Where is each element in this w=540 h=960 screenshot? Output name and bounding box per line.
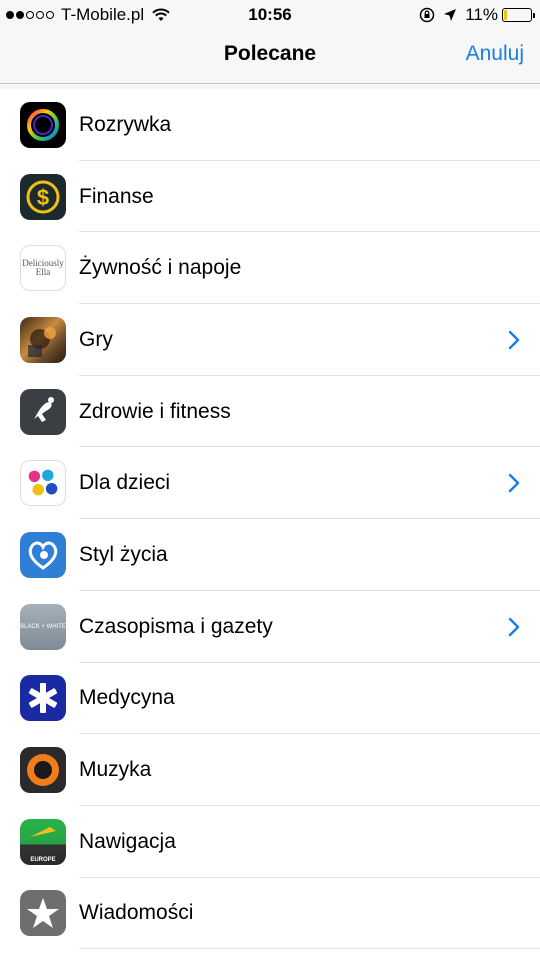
europe-navigation-icon: EUROPE xyxy=(20,818,66,865)
cancel-button[interactable]: Anuluj xyxy=(466,42,524,66)
star-of-life-icon xyxy=(20,675,66,722)
category-label: Muzyka xyxy=(79,758,152,782)
icon-text: Deliciously Ella xyxy=(22,258,64,278)
category-row-wiadomosci[interactable]: Wiadomości xyxy=(0,877,540,950)
category-label: Finanse xyxy=(79,184,154,208)
icon-text: EUROPE xyxy=(30,856,56,863)
category-row-rozrywka[interactable]: Rozrywka xyxy=(0,89,540,161)
chevron-right-icon xyxy=(508,474,520,493)
category-label: Rozrywka xyxy=(79,112,172,136)
status-bar: T-Mobile.pl 10:56 11% xyxy=(0,0,540,30)
icon-text: BLACK + WHITE xyxy=(20,623,66,630)
category-label: Czasopisma i gazety xyxy=(79,614,273,638)
black-white-magazine-icon: BLACK + WHITE xyxy=(20,603,66,650)
category-row-zywnosc[interactable]: Deliciously Ella Żywność i napoje xyxy=(0,232,540,305)
page-title: Polecane xyxy=(223,42,317,65)
category-row-finanse[interactable]: $ Finanse xyxy=(0,160,540,233)
rozrywka-icon xyxy=(20,101,66,148)
speaker-ring-icon xyxy=(20,747,66,794)
category-row-czasopisma[interactable]: BLACK + WHITE Czasopisma i gazety xyxy=(0,590,540,663)
category-label: Styl życia xyxy=(79,542,168,566)
battery-icon xyxy=(502,8,535,22)
chevron-right-icon xyxy=(508,330,520,350)
category-row-styl[interactable]: Styl życia xyxy=(0,519,540,591)
category-row-gry[interactable]: Gry xyxy=(0,304,540,376)
svg-text:$: $ xyxy=(37,185,49,210)
category-label: Gry xyxy=(79,327,113,351)
category-label: Zdrowie i fitness xyxy=(79,399,231,423)
status-right: 11% xyxy=(419,5,535,25)
category-label: Medycyna xyxy=(79,686,175,710)
heart-baby-icon xyxy=(20,531,66,578)
category-label: Wiadomości xyxy=(79,901,194,925)
navigation-bar: Polecane Anuluj xyxy=(0,30,540,84)
category-label: Nawigacja xyxy=(79,829,176,853)
battery-percent: 11% xyxy=(465,5,498,24)
dollar-coin-icon: $ xyxy=(20,173,66,220)
category-label: Żywność i napoje xyxy=(79,256,242,280)
category-row-medycyna[interactable]: Medycyna xyxy=(0,662,540,735)
category-row-nawigacja[interactable]: EUROPE Nawigacja xyxy=(0,805,540,878)
category-row-dzieci[interactable]: Dla dzieci xyxy=(0,447,540,520)
location-arrow-icon xyxy=(444,9,457,21)
rotation-lock-icon xyxy=(419,7,435,23)
category-row-muzyka[interactable]: Muzyka xyxy=(0,734,540,806)
game-character-icon xyxy=(20,316,66,363)
chevron-right-icon xyxy=(508,617,520,636)
category-label: Dla dzieci xyxy=(79,471,171,495)
star-icon xyxy=(20,890,66,937)
deliciously-ella-icon: Deliciously Ella xyxy=(20,245,66,292)
handprints-icon xyxy=(20,460,66,507)
category-row-zdrowie[interactable]: Zdrowie i fitness xyxy=(0,375,540,448)
runner-icon xyxy=(20,388,66,435)
category-list: Rozrywka $ Finanse Deliciously Ella Żywn… xyxy=(0,89,540,960)
